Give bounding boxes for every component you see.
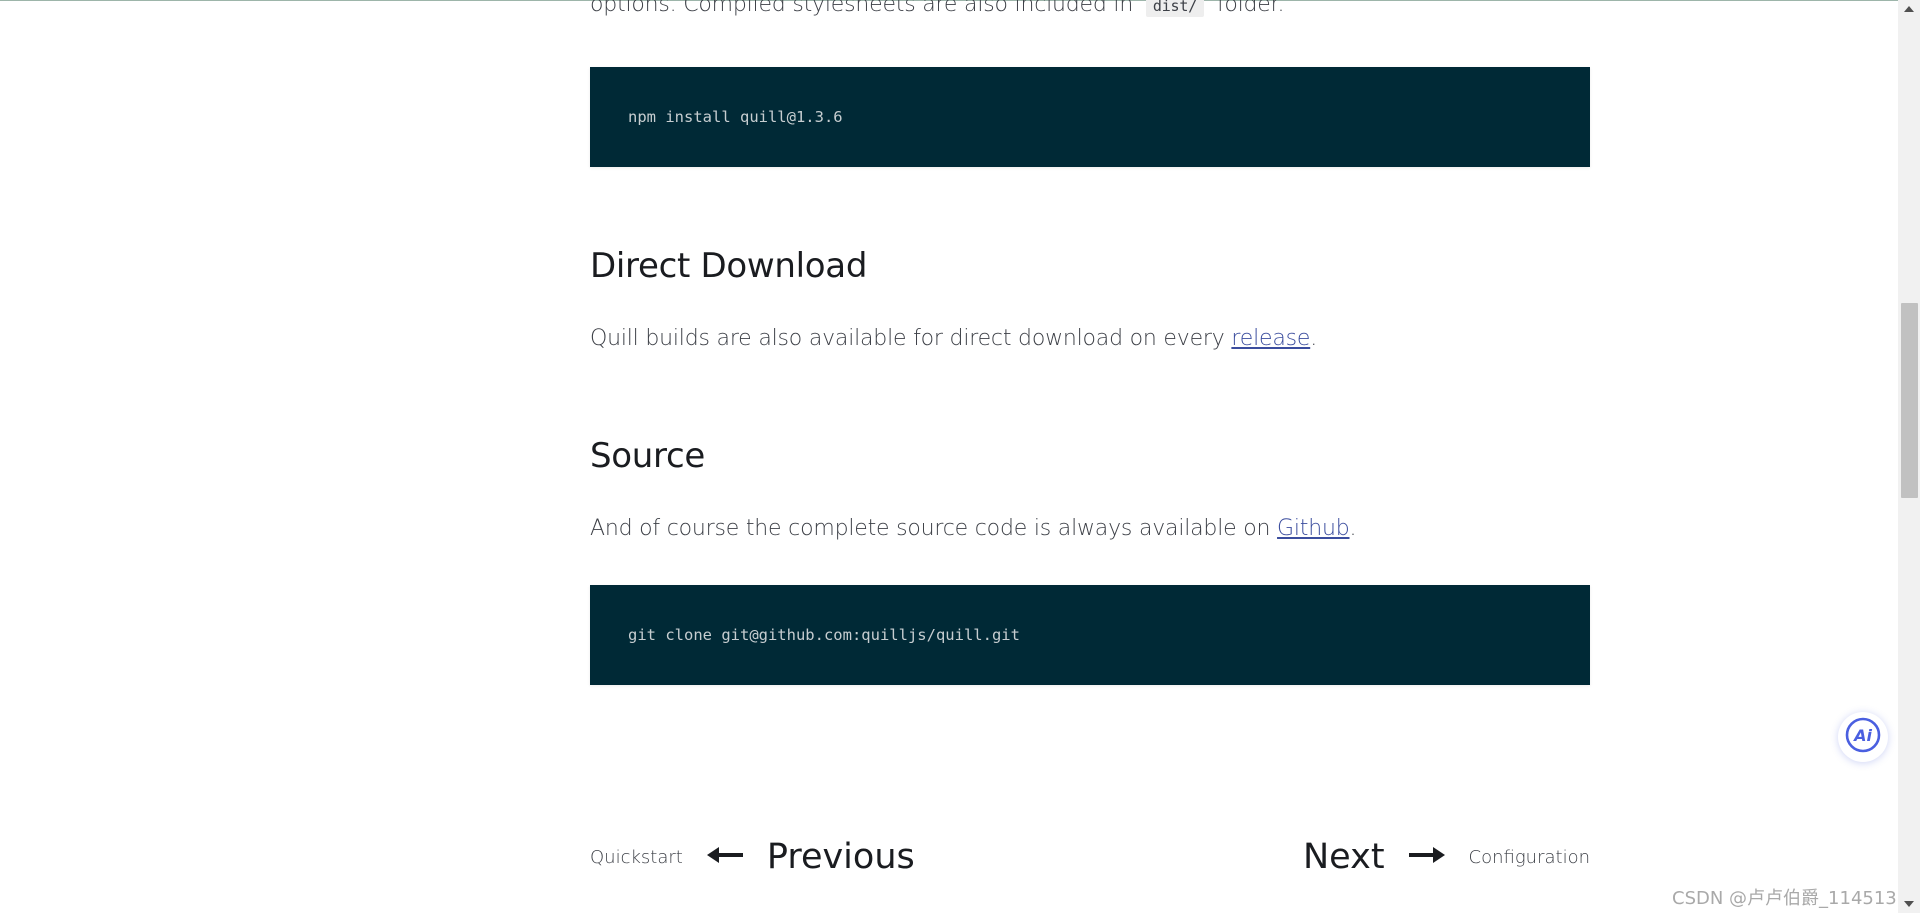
npm-install-code: npm install quill@1.3.6 <box>628 108 843 126</box>
ai-assistant-icon: Ai <box>1844 716 1882 758</box>
release-link[interactable]: release <box>1231 326 1310 351</box>
git-clone-code-block: git clone git@github.com:quilljs/quill.g… <box>590 585 1590 685</box>
source-period: . <box>1349 516 1357 541</box>
intro-text-after: folder. <box>1216 0 1285 17</box>
csdn-watermark: CSDN @卢卢伯爵_114513 <box>1672 888 1897 909</box>
arrow-left-icon <box>706 847 743 867</box>
direct-download-text: Quill builds are also available for dire… <box>590 326 1225 351</box>
previous-label: Previous <box>766 837 915 877</box>
scroll-down-arrow-icon[interactable] <box>1898 895 1920 913</box>
source-paragraph: And of course the complete source code i… <box>590 516 1590 541</box>
ai-assistant-button[interactable]: Ai <box>1838 712 1888 762</box>
next-label: Next <box>1303 837 1385 877</box>
vertical-scrollbar[interactable] <box>1898 0 1920 913</box>
previous-page-title: Quickstart <box>590 846 683 868</box>
source-heading: Source <box>590 436 705 476</box>
intro-text-before: options. Compiled stylesheets are also i… <box>590 0 1134 17</box>
next-page-link[interactable]: Next Configuration <box>1303 832 1590 882</box>
arrow-right-icon <box>1408 847 1445 867</box>
direct-download-paragraph: Quill builds are also available for dire… <box>590 326 1590 351</box>
ai-icon-label: Ai <box>1852 726 1872 745</box>
direct-download-heading: Direct Download <box>590 246 868 286</box>
intro-paragraph: options. Compiled stylesheets are also i… <box>590 0 1590 17</box>
dist-inline-code: dist/ <box>1145 0 1205 17</box>
git-clone-code: git clone git@github.com:quilljs/quill.g… <box>628 626 1020 644</box>
pagination-nav: Quickstart Previous Next Configuration <box>590 832 1590 882</box>
next-page-title: Configuration <box>1468 846 1590 868</box>
scrollbar-thumb[interactable] <box>1901 303 1918 498</box>
scroll-up-arrow-icon[interactable] <box>1898 0 1920 18</box>
source-text: And of course the complete source code i… <box>590 516 1271 541</box>
npm-install-code-block: npm install quill@1.3.6 <box>590 67 1590 167</box>
github-link[interactable]: Github <box>1277 516 1350 541</box>
previous-page-link[interactable]: Quickstart Previous <box>590 832 915 882</box>
direct-download-period: . <box>1310 326 1317 351</box>
